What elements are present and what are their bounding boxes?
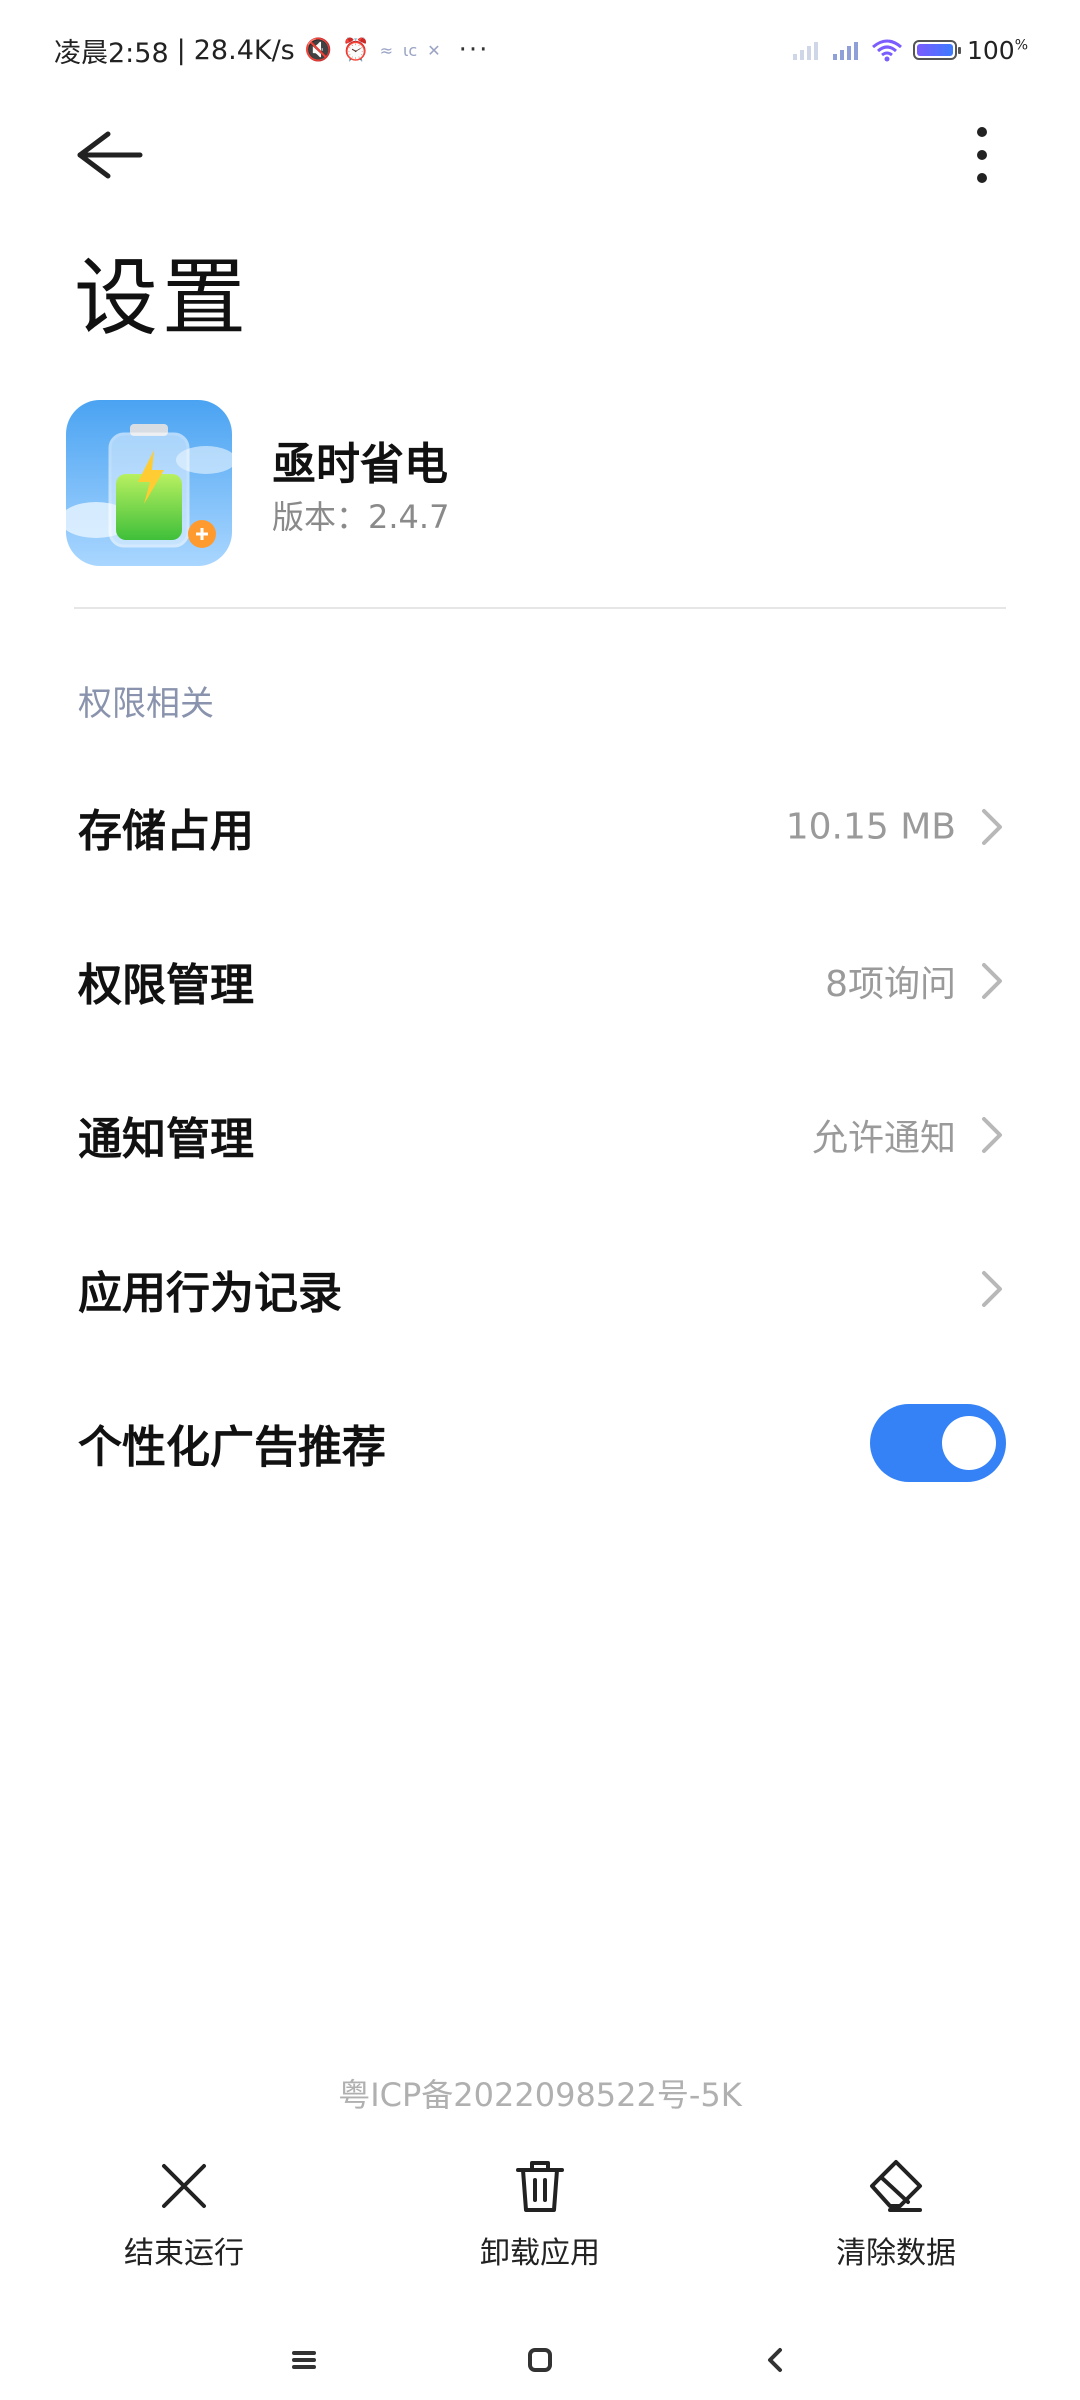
row-value: 允许通知 (811, 1118, 956, 1159)
action-label: 卸载应用 (480, 2236, 600, 2271)
status-time: 凌晨2:58 (54, 37, 169, 69)
section-label-permissions: 权限相关 (78, 684, 214, 724)
icp-license-text: 粤ICP备2022098522号-5K (338, 2076, 742, 2114)
status-right: 100% (791, 30, 1028, 70)
wifi-icon (871, 39, 902, 62)
nav-recents-button[interactable] (282, 2338, 326, 2382)
signal-hd-icon (832, 42, 858, 60)
row-title: 应用行为记录 (78, 1268, 342, 1319)
status-separator: | (176, 34, 186, 66)
more-notifications-icon: ··· (458, 35, 490, 65)
row-title: 个性化广告推荐 (78, 1422, 386, 1473)
app-version: 版本：2.4.7 (272, 498, 450, 536)
nav-home-button[interactable] (518, 2338, 562, 2382)
toggle-knob (942, 1416, 996, 1470)
action-label: 清除数据 (836, 2236, 956, 2271)
row-title: 权限管理 (78, 960, 254, 1011)
home-square-icon (528, 2348, 552, 2372)
menu-icon (292, 2351, 316, 2369)
battery-level (916, 44, 953, 56)
chevron-right-icon (982, 963, 1002, 999)
row-value: 8项询问 (825, 964, 956, 1005)
notification-icon: ɩc (402, 40, 418, 60)
row-title: 通知管理 (78, 1114, 254, 1165)
nav-back-button[interactable] (754, 2338, 798, 2382)
action-label: 结束运行 (124, 2236, 244, 2271)
divider (74, 607, 1006, 609)
chevron-right-icon (982, 1271, 1002, 1307)
signal-icon (792, 42, 818, 60)
system-nav-bar (0, 2320, 1080, 2400)
alarm-icon: ⏰ (342, 37, 370, 63)
chevron-right-icon (982, 809, 1002, 845)
app-icon (66, 400, 232, 566)
force-stop-button[interactable]: 结束运行 (64, 2158, 304, 2278)
row-permission-management[interactable]: 权限管理 8项询问 (0, 904, 1080, 1058)
more-options-button[interactable] (964, 120, 1000, 190)
battery-percent: 100% (967, 36, 1028, 65)
battery-app-logo-icon (66, 400, 232, 566)
personalized-ads-toggle[interactable] (870, 1404, 1006, 1482)
row-title: 存储占用 (78, 806, 254, 857)
row-value: 10.15 MB (785, 806, 956, 848)
back-button[interactable] (72, 120, 148, 190)
more-vertical-icon (977, 127, 987, 183)
status-bar: 凌晨2:58 | 28.4K/s 🔇 ⏰ ≈ ɩc ✕ ··· 100% (0, 0, 1080, 100)
back-arrow-icon (77, 131, 143, 179)
mute-icon: 🔇 (304, 37, 333, 63)
uninstall-button[interactable]: 卸载应用 (420, 2158, 660, 2278)
notification-icon: ≈ (379, 40, 393, 60)
row-storage-usage[interactable]: 存储占用 10.15 MB (0, 750, 1080, 904)
battery-unit: % (1014, 37, 1028, 54)
row-notification-management[interactable]: 通知管理 允许通知 (0, 1058, 1080, 1212)
trash-icon (516, 2161, 564, 2212)
close-icon (162, 2164, 206, 2208)
notification-icon: ✕ (427, 40, 441, 60)
status-left: 凌晨2:58 | 28.4K/s 🔇 ⏰ ≈ ɩc ✕ ··· (54, 30, 489, 70)
app-name: 亟时省电 (272, 439, 448, 490)
status-net-speed: 28.4K/s (193, 34, 295, 66)
row-personalized-ads: 个性化广告推荐 (0, 1366, 1080, 1520)
clear-data-button[interactable]: 清除数据 (776, 2158, 1016, 2278)
battery-value: 100 (966, 35, 1015, 65)
eraser-icon (870, 2160, 922, 2212)
page-title: 设置 (74, 249, 251, 347)
chevron-left-icon (768, 2348, 782, 2372)
battery-icon (912, 40, 961, 60)
chevron-right-icon (982, 1117, 1002, 1153)
row-app-behavior-log[interactable]: 应用行为记录 (0, 1212, 1080, 1366)
